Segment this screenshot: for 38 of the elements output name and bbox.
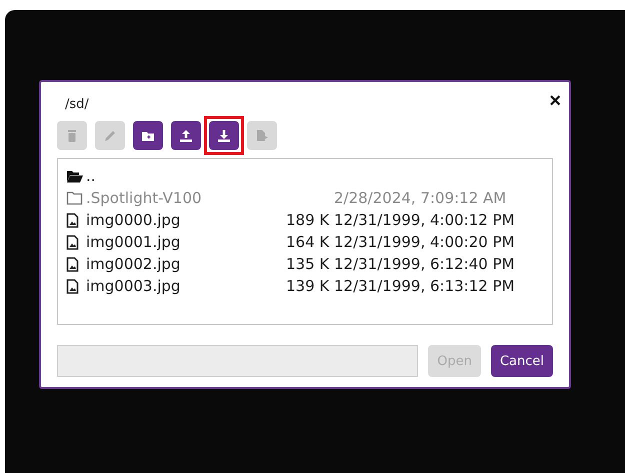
close-button[interactable]: × [549, 91, 561, 111]
file-name: img0002.jpg [86, 255, 182, 273]
trash-icon [65, 128, 79, 142]
pencil-icon [103, 128, 117, 142]
image-file-icon [66, 234, 79, 250]
image-file-icon [66, 212, 79, 228]
file-date: 12/31/1999, 6:12:40 PM [334, 255, 516, 273]
file-row[interactable]: .. [66, 165, 552, 187]
file-date: 2/28/2024, 7:09:12 AM [334, 189, 508, 207]
file-row[interactable]: img0000.jpg 189 K 12/31/1999, 4:00:12 PM [66, 209, 552, 231]
file-size: 139 K [286, 277, 330, 295]
file-date: 12/31/1999, 4:00:20 PM [334, 233, 516, 251]
file-name: img0000.jpg [86, 211, 182, 229]
upload-button[interactable] [171, 121, 201, 150]
file-size: 164 K [286, 233, 330, 251]
download-icon [217, 128, 231, 142]
file-row[interactable]: img0003.jpg 139 K 12/31/1999, 6:13:12 PM [66, 275, 552, 297]
new-folder-button[interactable] [133, 121, 163, 150]
file-date: 12/31/1999, 6:13:12 PM [334, 277, 516, 295]
file-name: img0003.jpg [86, 277, 182, 295]
download-button[interactable] [209, 121, 239, 150]
image-file-icon [66, 278, 79, 294]
file-date: 12/31/1999, 4:00:12 PM [334, 211, 516, 229]
file-name: img0001.jpg [86, 233, 182, 251]
file-size: 189 K [286, 211, 330, 229]
open-folder-icon [66, 169, 83, 183]
file-size: 135 K [286, 255, 330, 273]
file-name: .Spotlight-V100 [86, 189, 203, 207]
file-row[interactable]: img0001.jpg 164 K 12/31/1999, 4:00:20 PM [66, 231, 552, 253]
upload-icon [179, 128, 193, 142]
image-file-icon [66, 256, 79, 272]
file-name: .. [86, 167, 97, 185]
dialog-button[interactable]: Cancel [490, 345, 553, 377]
file-row[interactable]: img0002.jpg 135 K 12/31/1999, 6:12:40 PM [66, 253, 552, 275]
file-move-icon [255, 128, 269, 142]
filename-field[interactable] [57, 345, 418, 377]
current-path: /sd/ [65, 96, 89, 112]
folder-icon [66, 191, 83, 205]
